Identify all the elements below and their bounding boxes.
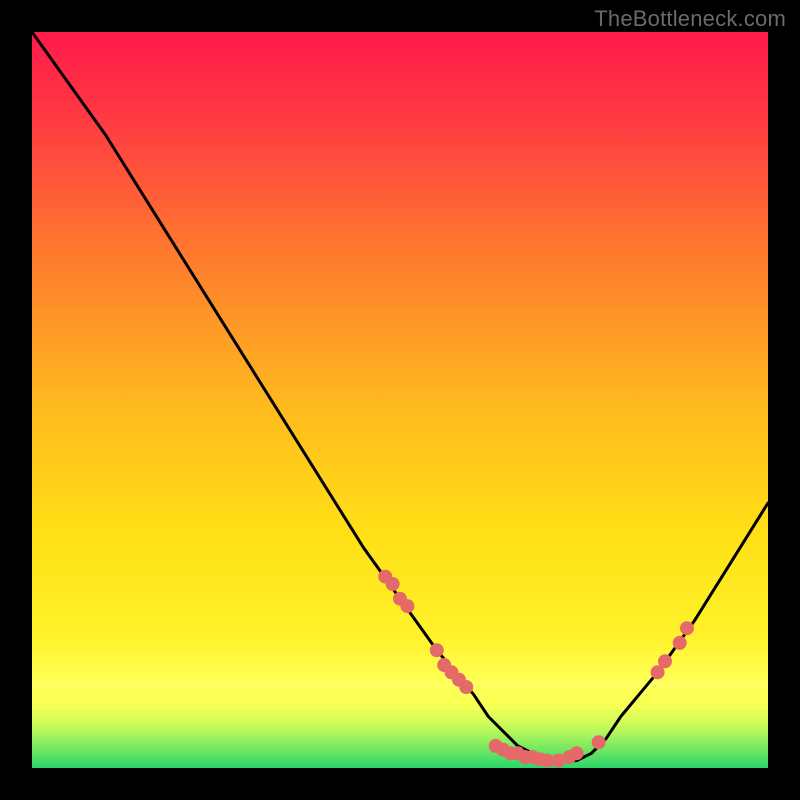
data-marker: [570, 746, 584, 760]
data-marker: [680, 621, 694, 635]
chart-frame: TheBottleneck.com: [0, 0, 800, 800]
data-marker: [459, 680, 473, 694]
plot-area: [32, 32, 768, 768]
data-marker: [386, 577, 400, 591]
data-marker: [592, 735, 606, 749]
band-yellow: [32, 682, 768, 688]
chart-svg: [32, 32, 768, 768]
data-marker: [673, 636, 687, 650]
band-lime: [32, 710, 768, 715]
data-marker: [400, 599, 414, 613]
attribution-text: TheBottleneck.com: [594, 6, 786, 32]
data-marker: [430, 643, 444, 657]
data-marker: [658, 654, 672, 668]
gradient-background: [32, 32, 768, 768]
